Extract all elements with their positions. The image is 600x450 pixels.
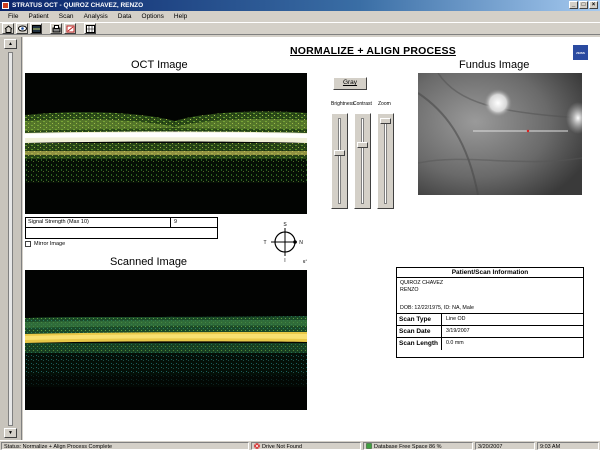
brightness-slider-groove xyxy=(338,118,341,204)
patient-info-header: Patient/Scan Information xyxy=(397,268,583,278)
scroll-track[interactable] xyxy=(8,52,13,426)
window-title: STRATUS OCT - QUIROZ CHAVEZ, RENZO xyxy=(12,2,144,9)
status-drive-text: Drive Not Found xyxy=(262,444,303,450)
signal-strength-value: 9 xyxy=(170,217,218,228)
oct-image[interactable] xyxy=(25,73,307,214)
scan-date-value: 3/19/2007 xyxy=(446,328,470,334)
zoom-slider-groove xyxy=(384,118,387,204)
mirror-image-checkbox[interactable] xyxy=(25,241,31,247)
gray-button-label: Gray xyxy=(342,79,358,86)
status-message: Status: Normalize + Align Process Comple… xyxy=(1,442,249,450)
brightness-slider-thumb[interactable] xyxy=(334,150,345,156)
export-icon[interactable] xyxy=(64,23,76,34)
scan-date-row: Scan Date 3/19/2007 xyxy=(397,326,583,338)
menu-options[interactable]: Options xyxy=(137,13,169,20)
scan-icon[interactable] xyxy=(30,23,42,34)
database-icon xyxy=(366,443,372,449)
scan-length-label: Scan Length xyxy=(397,338,442,350)
scan-type-label: Scan Type xyxy=(397,314,442,325)
patient-last-name: QUIROZ CHAVEZ xyxy=(400,280,444,286)
window-controls: _ □ × xyxy=(569,1,598,9)
status-drive: Drive Not Found xyxy=(251,442,361,450)
contrast-slider[interactable] xyxy=(354,113,371,209)
scan-date-label: Scan Date xyxy=(397,326,442,337)
zoom-slider-thumb[interactable] xyxy=(380,118,391,124)
status-date: 3/20/2007 xyxy=(475,442,535,450)
print-icon[interactable] xyxy=(50,23,62,34)
patient-dob-line: DOB: 12/22/1975, ID: NA, Male xyxy=(400,305,474,311)
drive-error-icon xyxy=(254,443,260,449)
scan-type-row: Scan Type Line OD xyxy=(397,314,583,326)
toolbar xyxy=(0,22,600,35)
status-database-text: Database Free Space 86 % xyxy=(374,444,442,450)
patient-first-name: RENZO xyxy=(400,287,419,293)
signal-strength-blank xyxy=(25,228,218,239)
contrast-slider-thumb[interactable] xyxy=(357,142,368,148)
window-title-bar: STRATUS OCT - QUIROZ CHAVEZ, RENZO _ □ × xyxy=(0,0,600,11)
brightness-slider[interactable] xyxy=(331,113,348,209)
scan-length-value: 0.0 mm xyxy=(446,340,464,346)
zeiss-logo-text: ZEISS xyxy=(576,50,585,55)
contrast-label: Contrast xyxy=(353,101,372,107)
scan-type-value: Line OD xyxy=(446,316,466,322)
home-icon[interactable] xyxy=(2,23,14,34)
orientation-nasal: N xyxy=(299,240,303,246)
scanned-image[interactable] xyxy=(25,270,307,410)
fundus-image-title: Fundus Image xyxy=(459,59,530,71)
orientation-angle: 6° xyxy=(303,259,308,264)
status-bar: Status: Normalize + Align Process Comple… xyxy=(0,440,600,450)
orientation-temporal: T xyxy=(263,240,266,246)
orientation-superior: S xyxy=(283,222,287,228)
menu-help[interactable]: Help xyxy=(169,13,192,20)
zoom-slider[interactable] xyxy=(377,113,394,209)
status-database: Database Free Space 86 % xyxy=(363,442,473,450)
menu-scan[interactable]: Scan xyxy=(54,13,79,20)
menu-analysis[interactable]: Analysis xyxy=(79,13,113,20)
mirror-image-label: Mirror Image xyxy=(34,241,66,247)
maximize-button[interactable]: □ xyxy=(579,1,588,9)
patient-scan-info-panel: Patient/Scan Information QUIROZ CHAVEZ R… xyxy=(396,267,584,358)
scan-length-row: Scan Length 0.0 mm xyxy=(397,338,583,350)
zeiss-logo: ZEISS xyxy=(573,45,588,60)
minimize-button[interactable]: _ xyxy=(569,1,578,9)
orientation-inferior: I xyxy=(284,258,285,264)
close-button[interactable]: × xyxy=(589,1,598,9)
scroll-up-button[interactable]: ▲ xyxy=(4,39,17,49)
page-title: NORMALIZE + ALIGN PROCESS xyxy=(290,45,456,57)
fundus-image[interactable] xyxy=(418,73,582,195)
menu-patient[interactable]: Patient xyxy=(23,13,53,20)
scroll-down-button[interactable]: ▼ xyxy=(4,428,17,438)
menu-bar: File Patient Scan Analysis Data Options … xyxy=(0,11,600,21)
eye-icon[interactable] xyxy=(16,23,28,34)
scanned-image-title: Scanned Image xyxy=(110,256,188,268)
brightness-label: Brightness xyxy=(331,101,355,107)
gray-button[interactable]: Gray xyxy=(333,77,367,90)
status-time: 9:03 AM xyxy=(537,442,599,450)
contrast-slider-groove xyxy=(361,118,364,204)
menu-file[interactable]: File xyxy=(3,13,23,20)
scan-orientation-diagram: S T N I 6° xyxy=(259,221,309,265)
menu-data[interactable]: Data xyxy=(113,13,137,20)
mirror-image-option[interactable]: Mirror Image xyxy=(25,241,65,247)
zoom-label: Zoom xyxy=(378,101,391,107)
vertical-scrollbar[interactable]: ▲ ▼ xyxy=(0,37,22,440)
grid-icon[interactable] xyxy=(84,23,96,34)
app-icon xyxy=(2,2,9,9)
oct-image-title: OCT Image xyxy=(131,59,188,71)
patient-info-body: QUIROZ CHAVEZ RENZO DOB: 12/22/1975, ID:… xyxy=(397,278,583,314)
